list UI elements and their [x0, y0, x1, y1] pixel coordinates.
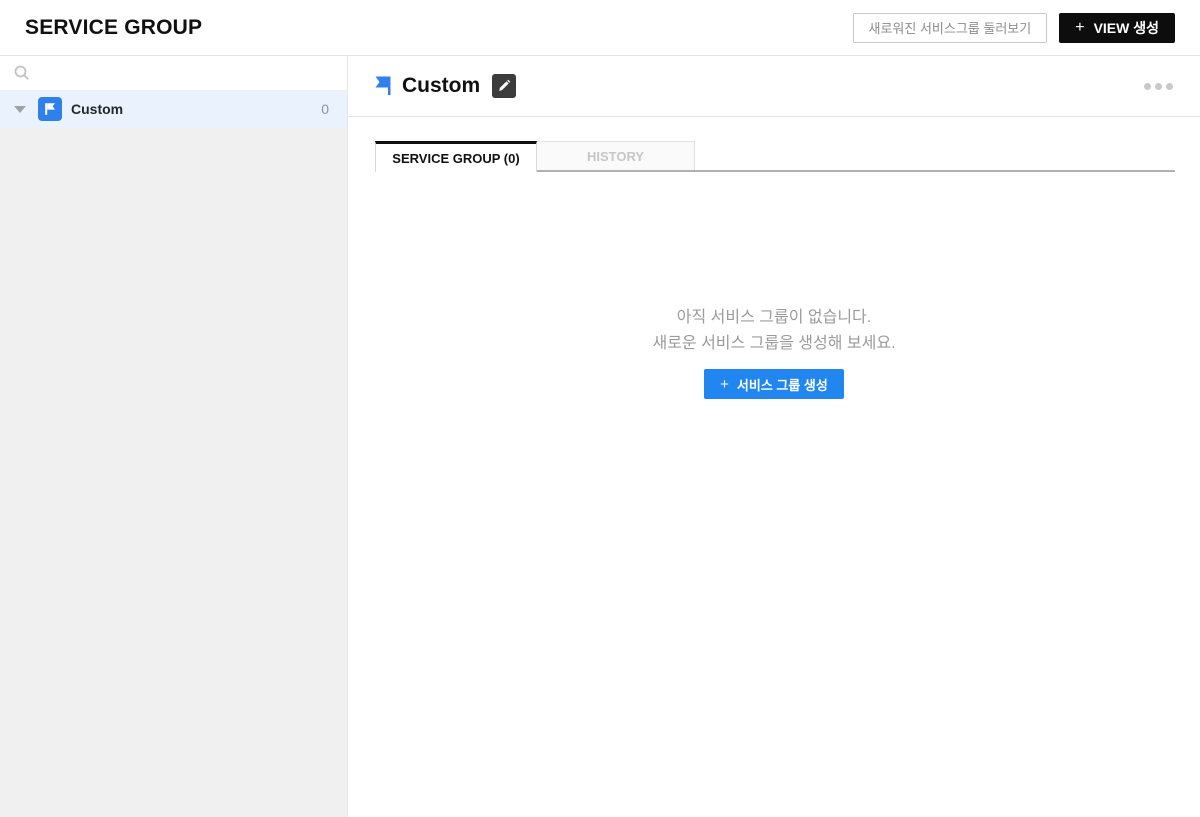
- tour-button[interactable]: 새로워진 서비스그룹 둘러보기: [853, 13, 1048, 43]
- tabstrip: SERVICE GROUP (0) HISTORY: [375, 141, 1175, 172]
- edit-button[interactable]: [492, 74, 516, 98]
- group-title: Custom: [402, 74, 480, 98]
- empty-state-line2: 새로운 서비스 그룹을 생성해 보세요.: [652, 331, 895, 357]
- more-options-button[interactable]: [1142, 79, 1175, 94]
- page-title: SERVICE GROUP: [25, 16, 202, 40]
- group-header: Custom: [348, 56, 1200, 117]
- sidebar: Custom 0: [0, 56, 348, 817]
- flag-icon: [373, 75, 392, 97]
- create-service-group-label: 서비스 그룹 생성: [737, 375, 828, 394]
- flag-icon: [38, 97, 62, 121]
- main-content: Custom SERVICE GROUP (0) HISTORY 아직 서비스 …: [348, 56, 1200, 817]
- sidebar-item-custom[interactable]: Custom 0: [0, 90, 347, 128]
- ellipsis-icon: [1155, 83, 1162, 90]
- tab-service-group[interactable]: SERVICE GROUP (0): [375, 141, 537, 172]
- sidebar-item-label: Custom: [71, 101, 123, 117]
- plus-icon: +: [720, 377, 729, 392]
- sidebar-empty-area: [0, 128, 347, 817]
- search-icon: [14, 65, 30, 81]
- topbar-actions: 새로워진 서비스그룹 둘러보기 + VIEW 생성: [853, 13, 1176, 43]
- chevron-down-icon[interactable]: [14, 106, 26, 113]
- create-service-group-button[interactable]: + 서비스 그룹 생성: [704, 369, 844, 399]
- tab-history[interactable]: HISTORY: [537, 141, 695, 172]
- view-create-label: VIEW 생성: [1094, 18, 1159, 38]
- pencil-icon: [497, 79, 511, 93]
- layout: Custom 0 Custom SE: [0, 56, 1200, 817]
- sidebar-search-bar[interactable]: [0, 56, 347, 90]
- ellipsis-icon: [1166, 83, 1173, 90]
- plus-icon: +: [1075, 20, 1084, 36]
- topbar: SERVICE GROUP 새로워진 서비스그룹 둘러보기 + VIEW 생성: [0, 0, 1200, 56]
- empty-state: 아직 서비스 그룹이 없습니다. 새로운 서비스 그룹을 생성해 보세요. + …: [348, 305, 1200, 399]
- sidebar-item-count: 0: [321, 101, 329, 117]
- view-create-button[interactable]: + VIEW 생성: [1059, 13, 1175, 43]
- empty-state-line1: 아직 서비스 그룹이 없습니다.: [677, 305, 871, 331]
- ellipsis-icon: [1144, 83, 1151, 90]
